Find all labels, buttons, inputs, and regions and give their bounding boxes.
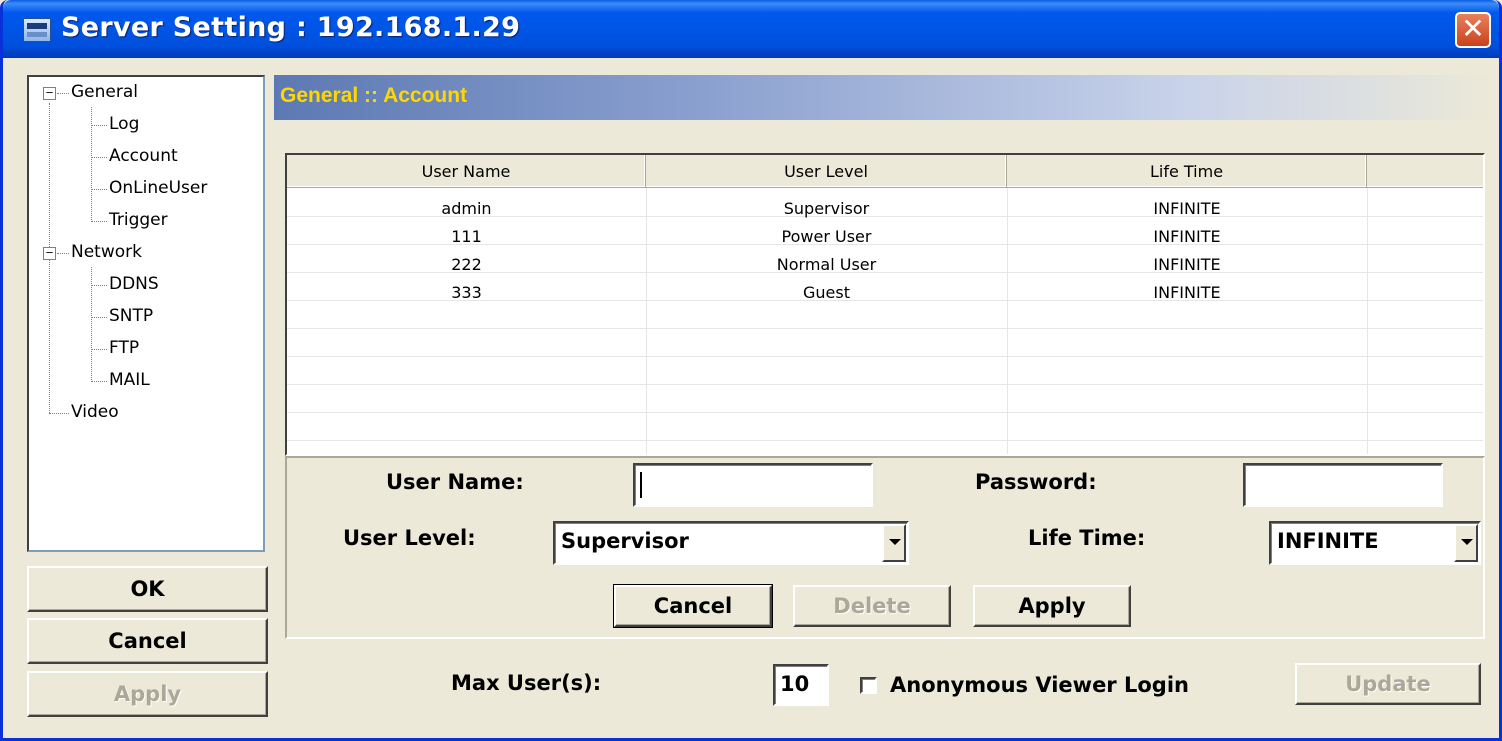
text-caret (640, 472, 642, 498)
cell-user-level: Power User (781, 227, 872, 246)
cell-life-time: INFINITE (1153, 199, 1221, 218)
user-level-value: Supervisor (561, 529, 689, 553)
table-row[interactable]: 222 Normal User INFINITE (287, 251, 1483, 279)
tree-item-log[interactable]: Log (109, 114, 139, 134)
cell-life-time: INFINITE (1153, 227, 1221, 246)
cell-user-level: Normal User (776, 255, 877, 274)
grid-line (287, 328, 1483, 329)
tree-connector (57, 253, 69, 254)
tree-connector (91, 381, 107, 382)
cell-user-name: 111 (451, 227, 482, 246)
tree-item-ddns[interactable]: DDNS (109, 274, 159, 294)
form-delete-button[interactable]: Delete (793, 585, 951, 627)
user-level-select[interactable]: Supervisor (553, 521, 909, 565)
app-icon (23, 18, 51, 42)
collapse-general-icon[interactable]: − (43, 86, 56, 100)
collapse-network-icon[interactable]: − (43, 246, 56, 260)
table-row[interactable]: admin Supervisor INFINITE (287, 195, 1483, 223)
cell-life-time: INFINITE (1153, 283, 1221, 302)
life-time-select[interactable]: INFINITE (1269, 521, 1481, 565)
column-header-user-level[interactable]: User Level (646, 155, 1007, 188)
cell-user-name: 222 (451, 255, 482, 274)
close-button[interactable]: ✕ (1455, 12, 1491, 48)
section-title: General :: Account (280, 84, 468, 107)
tree-connector (91, 157, 107, 158)
tree-connector (49, 413, 69, 414)
tree-item-network[interactable]: Network (71, 242, 142, 262)
form-cancel-button[interactable]: Cancel (613, 584, 773, 628)
window-title: Server Setting : 192.168.1.29 (61, 12, 521, 43)
apply-button[interactable]: Apply (27, 671, 268, 717)
settings-tree[interactable]: − General Log Account OnLineUser Trigger… (27, 75, 265, 552)
table-row[interactable]: 111 Power User INFINITE (287, 223, 1483, 251)
server-setting-window: Server Setting : 192.168.1.29 ✕ − Genera… (0, 0, 1502, 741)
password-label: Password: (975, 470, 1097, 494)
tree-item-general[interactable]: General (71, 82, 138, 102)
grid-line (287, 356, 1483, 357)
cell-user-name: admin (441, 199, 492, 218)
account-table[interactable]: User Name User Level Life Time admin Sup… (285, 153, 1485, 456)
tree-connector (91, 285, 107, 286)
anonymous-login-label[interactable]: Anonymous Viewer Login (890, 673, 1189, 697)
password-input[interactable] (1243, 463, 1443, 507)
tree-item-mail[interactable]: MAIL (109, 370, 150, 390)
title-bar[interactable]: Server Setting : 192.168.1.29 ✕ (3, 0, 1499, 58)
column-header-user-name[interactable]: User Name (287, 155, 646, 188)
ok-button[interactable]: OK (27, 566, 268, 612)
grid-line (287, 384, 1483, 385)
tree-connector (57, 93, 69, 94)
user-name-label: User Name: (386, 470, 524, 494)
tree-connector (91, 221, 107, 222)
tree-connector (91, 317, 107, 318)
user-name-input[interactable] (633, 463, 873, 507)
life-time-label: Life Time: (1028, 526, 1146, 550)
user-level-label: User Level: (343, 526, 476, 550)
tree-connector (91, 189, 107, 190)
max-users-label: Max User(s): (451, 671, 602, 695)
tree-item-onlineuser[interactable]: OnLineUser (109, 178, 207, 198)
tree-connector (91, 349, 107, 350)
anonymous-login-checkbox[interactable] (860, 677, 877, 694)
cell-user-level: Supervisor (783, 199, 870, 218)
tree-item-ftp[interactable]: FTP (109, 338, 139, 358)
column-header-empty[interactable] (1367, 155, 1483, 188)
grid-line (287, 412, 1483, 413)
life-time-value: INFINITE (1277, 529, 1379, 553)
tree-item-video[interactable]: Video (71, 402, 119, 422)
cancel-button[interactable]: Cancel (27, 618, 268, 664)
cell-user-level: Guest (803, 283, 850, 302)
column-header-life-time[interactable]: Life Time (1007, 155, 1367, 188)
max-users-input[interactable]: 10 (773, 664, 829, 706)
tree-item-sntp[interactable]: SNTP (109, 306, 153, 326)
grid-line (287, 440, 1483, 441)
chevron-down-icon[interactable] (882, 524, 906, 562)
form-apply-button[interactable]: Apply (973, 585, 1131, 627)
table-row[interactable]: 333 Guest INFINITE (287, 279, 1483, 307)
tree-connector (91, 125, 107, 126)
cell-user-name: 333 (451, 283, 482, 302)
chevron-down-icon[interactable] (1454, 524, 1478, 562)
tree-item-account[interactable]: Account (109, 146, 178, 166)
update-button[interactable]: Update (1295, 663, 1481, 705)
tree-item-trigger[interactable]: Trigger (109, 210, 168, 230)
section-header: General :: Account (274, 75, 1494, 120)
cell-life-time: INFINITE (1153, 255, 1221, 274)
